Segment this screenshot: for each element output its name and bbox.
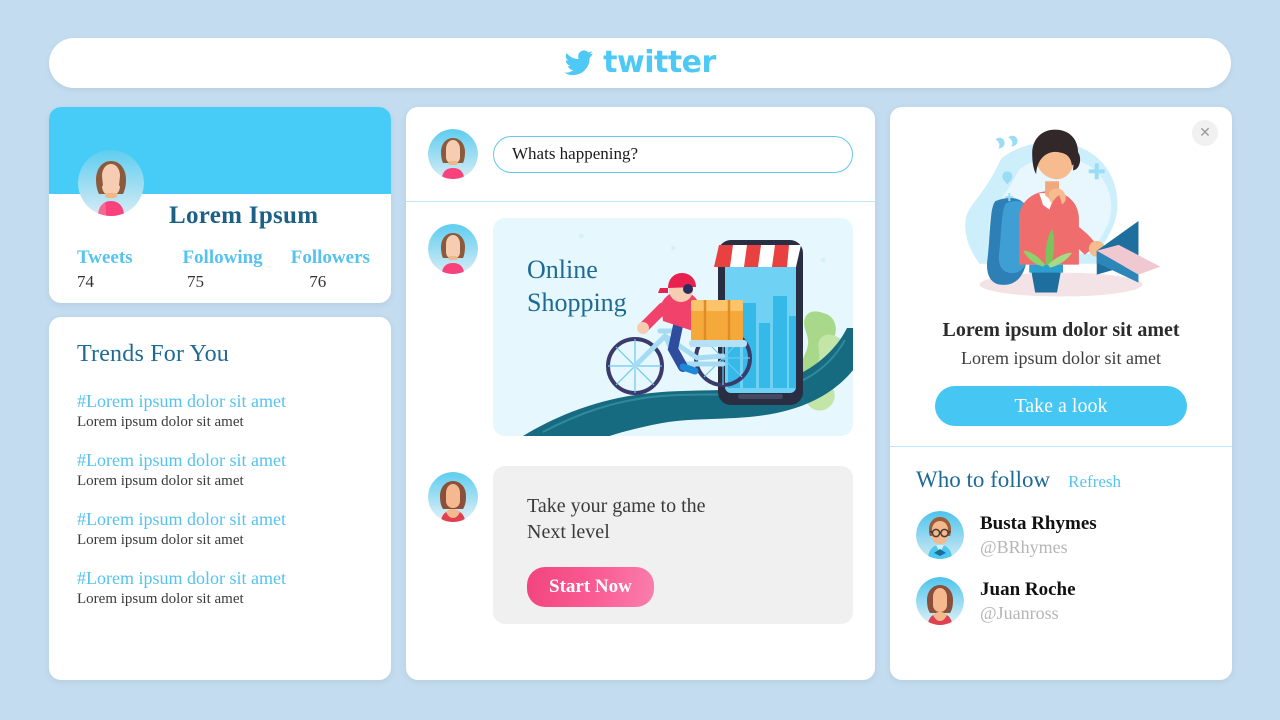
left-sidebar: Lorem Ipsum Tweets Following Followers 7… (49, 107, 391, 680)
female-avatar (428, 224, 478, 274)
app-header: twitter (49, 38, 1231, 88)
follow-person-name: Busta Rhymes (980, 512, 1097, 534)
close-icon[interactable]: ✕ (1192, 120, 1218, 146)
compose-avatar[interactable] (428, 129, 478, 179)
follow-avatar[interactable] (916, 511, 964, 559)
trend-hashtag: #Lorem ipsum dolor sit amet (77, 568, 286, 588)
trend-hashtag: #Lorem ipsum dolor sit amet (77, 450, 286, 470)
stat-label-following: Following (182, 247, 263, 268)
feed-card: Online Shopping (406, 107, 875, 680)
delivery-cyclist-smartphone-illustration (523, 233, 853, 436)
trend-item[interactable]: #Lorem ipsum dolor sit amet Lorem ipsum … (77, 390, 363, 432)
feed-item-avatar[interactable] (428, 472, 478, 522)
female-avatar (78, 150, 144, 216)
ad-title: Lorem ipsum dolor sit amet (942, 319, 1180, 341)
female-avatar (428, 129, 478, 179)
start-now-button[interactable]: Start Now (527, 567, 654, 608)
male-avatar-glasses (916, 511, 964, 559)
trend-subtitle: Lorem ipsum dolor sit amet (77, 531, 244, 548)
follow-suggestion-item[interactable]: Busta Rhymes @BRhymes (916, 511, 1210, 559)
profile-name: Lorem Ipsum (169, 202, 319, 229)
profile-card: Lorem Ipsum Tweets Following Followers 7… (49, 107, 391, 303)
brand-name: twitter (603, 45, 716, 80)
who-to-follow-header: Who to follow Refresh (916, 467, 1210, 493)
tweet-input[interactable] (493, 135, 853, 173)
follow-person-handle: @BRhymes (980, 536, 1068, 557)
stat-value-followers: 76 (309, 272, 327, 291)
trends-card: Trends For You #Lorem ipsum dolor sit am… (49, 317, 391, 680)
right-sidebar: ✕ Lorem ipsum dolor sit amet Lorem ipsum… (890, 107, 1232, 680)
compose-tweet-box (406, 107, 875, 202)
trends-title: Trends For You (77, 341, 229, 367)
twitter-bird-icon (564, 50, 594, 76)
follow-person-handle: @Juanross (980, 602, 1059, 623)
follow-suggestion-item[interactable]: Juan Roche @Juanross (916, 577, 1210, 625)
female-avatar-bob (916, 577, 964, 625)
trend-hashtag: #Lorem ipsum dolor sit amet (77, 391, 286, 411)
game-title-line2: Next level (527, 520, 610, 543)
stat-value-following: 75 (187, 272, 205, 291)
feed-item-game: Take your game to the Next level Start N… (428, 466, 853, 624)
follow-person-info: Juan Roche @Juanross (980, 578, 1076, 624)
stat-label-tweets: Tweets (77, 247, 133, 268)
take-a-look-button[interactable]: Take a look (935, 386, 1187, 426)
twitter-logo[interactable]: twitter (564, 48, 716, 78)
refresh-link[interactable]: Refresh (1068, 472, 1121, 492)
trend-item[interactable]: #Lorem ipsum dolor sit amet Lorem ipsum … (77, 567, 363, 609)
stat-label-followers: Followers (290, 247, 370, 268)
feed-item-promo: Online Shopping (428, 218, 853, 436)
follow-person-name: Juan Roche (980, 578, 1076, 600)
app-root: twitter Lorem Ipsum Tweets Following Fol… (0, 0, 1280, 720)
trend-hashtag: #Lorem ipsum dolor sit amet (77, 509, 286, 529)
person-working-on-laptop-illustration (965, 129, 1161, 297)
trend-subtitle: Lorem ipsum dolor sit amet (77, 590, 244, 607)
online-shopping-promo-card[interactable]: Online Shopping (493, 218, 853, 436)
who-to-follow-section: Who to follow Refresh Busta Rhymes @BRhy… (890, 447, 1232, 625)
female-avatar-bob (428, 472, 478, 522)
feed-item-avatar[interactable] (428, 224, 478, 274)
trend-item[interactable]: #Lorem ipsum dolor sit amet Lorem ipsum … (77, 449, 363, 491)
ad-subtitle: Lorem ipsum dolor sit amet (961, 348, 1161, 368)
game-title: Take your game to the Next level (527, 494, 853, 545)
right-sidebar-card: ✕ Lorem ipsum dolor sit amet Lorem ipsum… (890, 107, 1232, 680)
trend-subtitle: Lorem ipsum dolor sit amet (77, 472, 244, 489)
stat-value-tweets: 74 (77, 272, 94, 291)
profile-avatar[interactable] (78, 150, 144, 216)
main-feed-column: Online Shopping (406, 107, 875, 680)
game-title-line1: Take your game to the (527, 495, 706, 517)
trend-item[interactable]: #Lorem ipsum dolor sit amet Lorem ipsum … (77, 508, 363, 550)
who-to-follow-title: Who to follow (916, 467, 1051, 492)
trend-subtitle: Lorem ipsum dolor sit amet (77, 413, 244, 430)
ad-card: Lorem ipsum dolor sit amet Lorem ipsum d… (890, 107, 1232, 447)
game-promo-card[interactable]: Take your game to the Next level Start N… (493, 466, 853, 624)
follow-avatar[interactable] (916, 577, 964, 625)
feed-list: Online Shopping Take your game to the Ne… (406, 202, 875, 680)
follow-person-info: Busta Rhymes @BRhymes (980, 512, 1097, 558)
profile-stats: Tweets Following Followers 74 75 76 (77, 247, 377, 292)
